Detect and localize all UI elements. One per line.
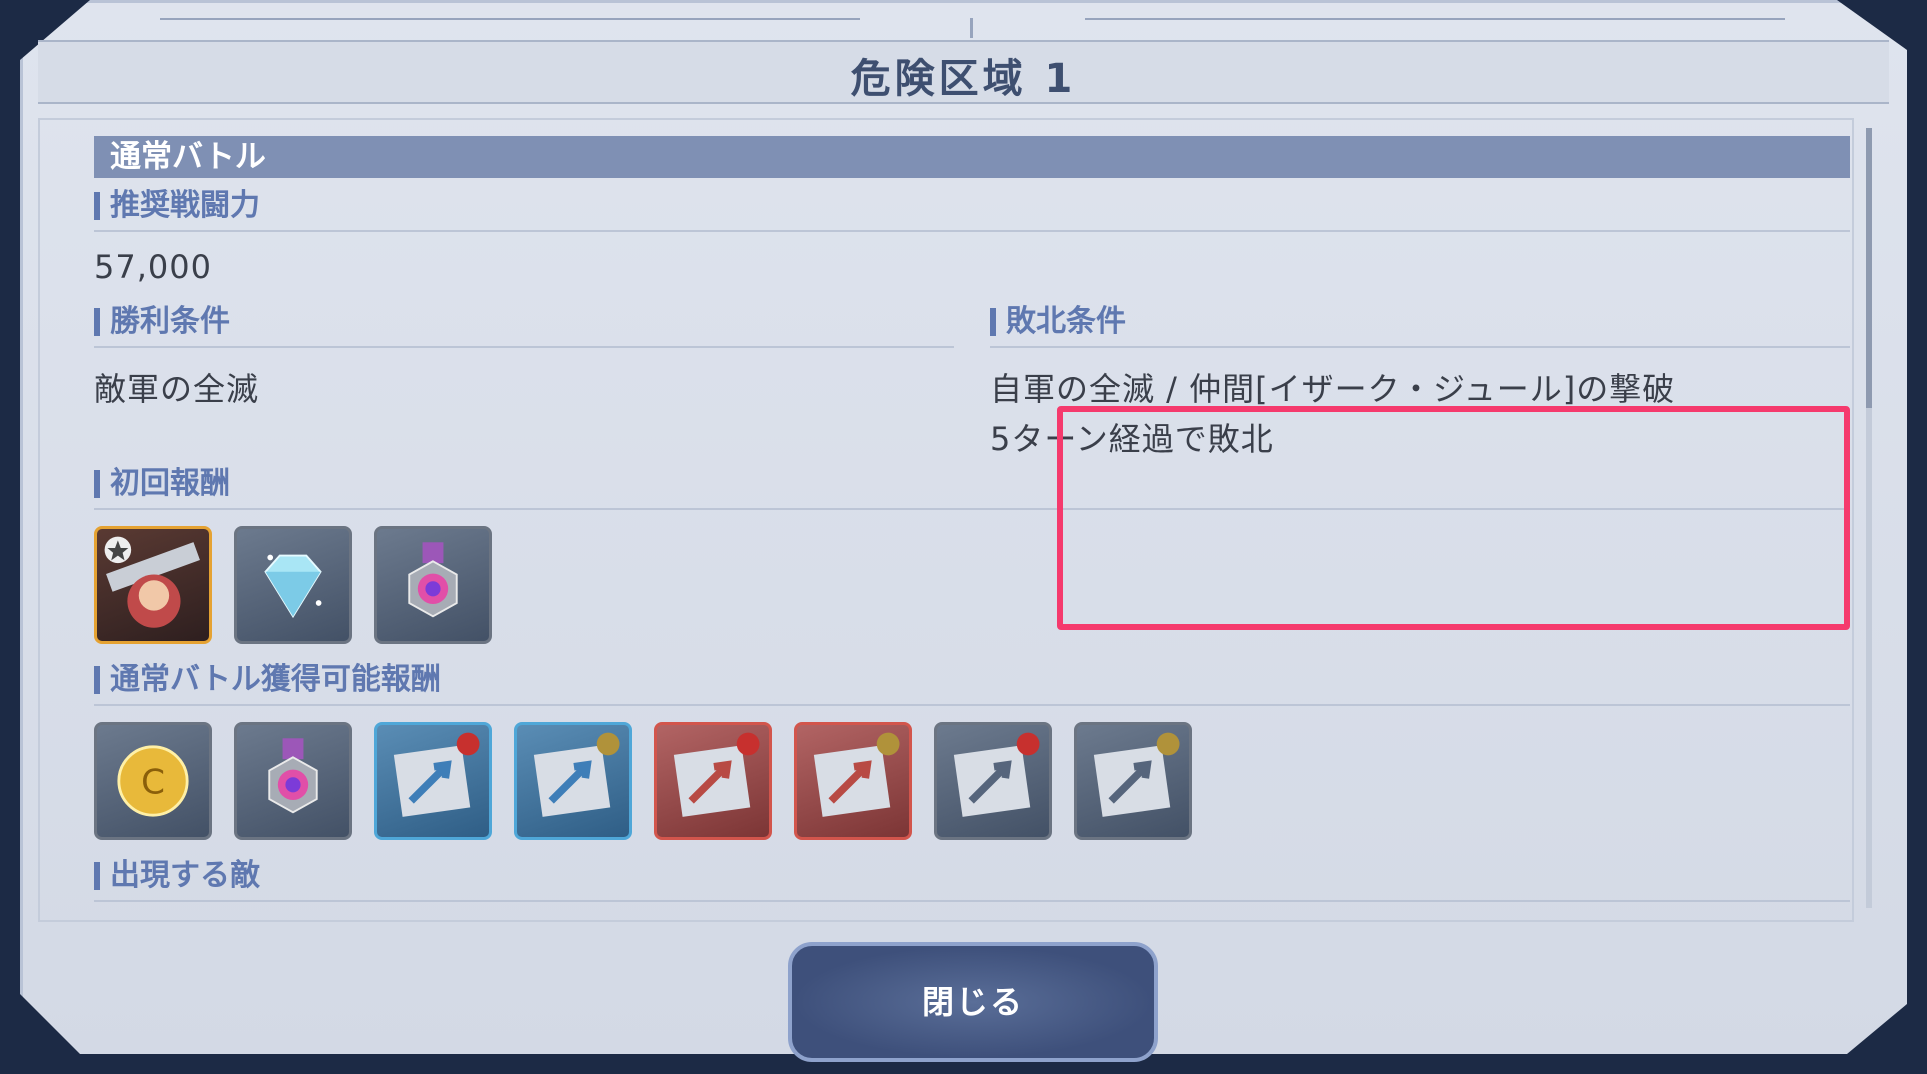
- scrollbar-thumb[interactable]: [1866, 128, 1872, 408]
- first-reward-character-card[interactable]: [94, 526, 212, 644]
- dialog-content: 通常バトル 推奨戦闘力 57,000 勝利条件 敵軍の全滅 敗北条件 自軍の全滅…: [94, 128, 1850, 908]
- upgrade-chip-gray-icon: [953, 732, 1040, 817]
- divider: [94, 346, 954, 348]
- battle-reward-chip-2[interactable]: [514, 722, 632, 840]
- victory-condition-label: 勝利条件: [94, 304, 230, 340]
- upgrade-chip-gray-icon: [1093, 732, 1180, 817]
- battle-reward-coin[interactable]: C: [94, 722, 212, 840]
- defeat-condition-label: 敗北条件: [990, 304, 1126, 340]
- divider: [94, 230, 1850, 232]
- divider: [990, 346, 1850, 348]
- battle-reward-chip-5[interactable]: [934, 722, 1052, 840]
- battle-reward-chip-3[interactable]: [654, 722, 772, 840]
- recommended-power-value: 57,000: [94, 248, 212, 286]
- medal-icon: [268, 738, 318, 814]
- character-card-icon: [104, 536, 200, 628]
- top-decoration-left: [160, 18, 860, 20]
- svg-text:C: C: [141, 762, 165, 802]
- divider: [94, 900, 1850, 902]
- first-reward-label: 初回報酬: [94, 466, 230, 502]
- battle-reward-chip-6[interactable]: [1074, 722, 1192, 840]
- upgrade-chip-blue-icon: [393, 732, 480, 817]
- upgrade-chip-red-icon: [673, 732, 760, 817]
- recommended-power-label: 推奨戦闘力: [94, 188, 260, 224]
- battle-reward-chip-4[interactable]: [794, 722, 912, 840]
- battle-reward-label: 通常バトル獲得可能報酬: [94, 662, 441, 698]
- close-button[interactable]: 閉じる: [788, 942, 1158, 1062]
- defeat-condition-highlight: [1057, 406, 1850, 630]
- top-decoration-center: [970, 18, 973, 38]
- divider: [94, 704, 1850, 706]
- upgrade-chip-red-icon: [813, 732, 900, 817]
- battle-type-header: 通常バトル: [94, 136, 1850, 178]
- defeat-condition-line1: 自軍の全滅 / 仲間[イザーク・ジュール]の撃破: [990, 370, 1676, 408]
- dialog-title: 危険区域 1: [850, 56, 1077, 102]
- victory-condition-value: 敵軍の全滅: [94, 370, 260, 408]
- battle-reward-chip-1[interactable]: [374, 722, 492, 840]
- diamond-icon: [264, 554, 322, 619]
- enemies-label: 出現する敵: [94, 858, 260, 894]
- first-reward-medal[interactable]: [374, 526, 492, 644]
- top-decoration-right: [1085, 18, 1785, 20]
- coin-icon: C: [117, 745, 189, 817]
- first-reward-diamond[interactable]: [234, 526, 352, 644]
- battle-reward-medal[interactable]: [234, 722, 352, 840]
- upgrade-chip-blue-icon: [533, 732, 620, 817]
- medal-icon: [408, 542, 458, 618]
